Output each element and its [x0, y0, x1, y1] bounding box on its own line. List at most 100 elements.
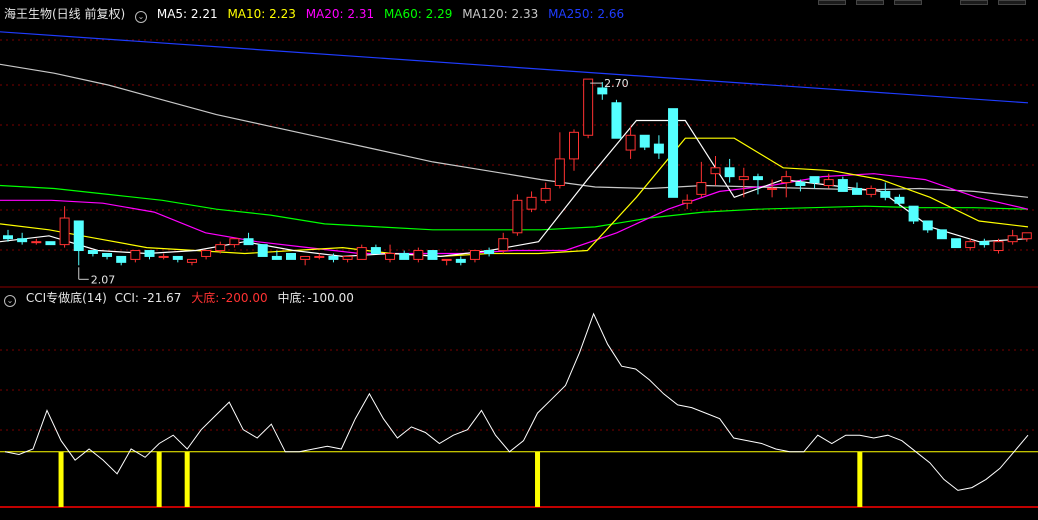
low-price-label: 2.07 — [91, 273, 116, 286]
candle-body-down — [17, 238, 28, 243]
candle-body-up — [356, 247, 367, 260]
price-legend: 海王生物(日线 前复权) ⌄ MA5: 2.21 MA10: 2.23 MA20… — [4, 5, 630, 23]
candle-body-down — [399, 252, 410, 260]
candle-body-down — [370, 247, 381, 254]
candle-body-up — [738, 176, 749, 181]
candle-body-down — [144, 250, 155, 257]
ma10-label: MA10: 2.23 — [227, 7, 296, 21]
cci-value-label: CCI: -21.67 — [114, 291, 182, 305]
candle-body-up — [342, 255, 353, 260]
candle-body-up — [215, 244, 226, 252]
candle-body-up — [965, 241, 976, 249]
candle-body-down — [286, 252, 296, 260]
candle-body-up — [300, 255, 311, 260]
candle-body-down — [852, 187, 862, 195]
candle-body-up — [583, 78, 594, 136]
candle-body-down — [116, 255, 127, 263]
ma250-line — [0, 31, 1029, 104]
candle-body-up — [866, 187, 877, 195]
candle-body-down — [936, 229, 947, 240]
candle-body-down — [427, 250, 438, 260]
candle-body-up — [201, 250, 212, 257]
candle-body-up — [540, 187, 551, 201]
cci-mid-bottom-bar — [535, 451, 541, 507]
candle-body-up — [498, 238, 509, 252]
candle-body-down — [639, 134, 650, 148]
candle-body-up — [469, 250, 480, 260]
candle-body-down — [668, 108, 679, 198]
candle-body-down — [653, 143, 664, 154]
ma-settings-icon[interactable]: ⌄ — [135, 11, 148, 23]
big-bottom-value: -200.00 — [221, 291, 268, 305]
cci-mid-bottom-bar — [156, 451, 162, 507]
candle-body-down — [87, 250, 98, 254]
candle-body-down — [951, 238, 962, 249]
cci-title[interactable]: CCI专做底(14) — [26, 291, 107, 305]
candle-body-down — [809, 176, 820, 184]
candle-body-up — [526, 196, 537, 210]
candle-body-up — [1007, 235, 1018, 243]
candle-body-up — [441, 258, 452, 261]
candle-body-up — [710, 167, 721, 175]
cci-legend: ⌄ CCI专做底(14) CCI: -21.67 大底: -200.00 中底: -… — [4, 289, 360, 307]
mid-bottom-label: 中底: — [277, 291, 306, 305]
candle-body-up — [1021, 232, 1032, 240]
indicator-settings-icon[interactable]: ⌄ — [4, 295, 16, 307]
candle-body-up — [413, 250, 424, 260]
candle-body-down — [271, 255, 282, 260]
candle-body-down — [172, 255, 183, 260]
candle-body-down — [837, 179, 848, 192]
candle-body-down — [243, 238, 254, 246]
candle-body-down — [795, 182, 806, 187]
candle-body-up — [314, 255, 325, 258]
candle-body-down — [455, 258, 466, 263]
candle-body-up — [682, 199, 693, 204]
candle-body-up — [186, 258, 197, 263]
ma120-label: MA120: 2.33 — [462, 7, 539, 21]
candle-body-up — [385, 252, 396, 260]
ma60-label: MA60: 2.29 — [383, 7, 453, 21]
candle-body-up — [512, 199, 523, 234]
candle-body-up — [696, 182, 707, 195]
candle-body-down — [45, 241, 56, 246]
candle-body-up — [130, 250, 141, 260]
candle-body-up — [767, 187, 778, 190]
candle-body-up — [31, 241, 42, 244]
candle-body-up — [569, 131, 579, 160]
ma250-label: MA250: 2.66 — [548, 7, 625, 21]
candle-body-down — [3, 235, 13, 240]
ma10-line — [0, 137, 1029, 258]
ma120-line — [0, 63, 1029, 198]
mid-bottom-value: -100.00 — [307, 291, 354, 305]
candle-body-down — [257, 244, 268, 257]
cci-mid-bottom-bar — [58, 451, 64, 507]
candle-body-up — [158, 255, 169, 258]
stock-name[interactable]: 海王生物(日线 前复权) — [4, 7, 125, 21]
cci-mid-bottom-bar — [184, 451, 190, 507]
candle-body-up — [781, 176, 792, 184]
candle-body-down — [724, 167, 735, 178]
candle-body-down — [102, 252, 113, 257]
candle-body-up — [229, 238, 240, 246]
candle-body-down — [752, 176, 763, 181]
candle-body-down — [73, 220, 84, 252]
candle-body-down — [611, 102, 622, 139]
candle-body-up — [625, 134, 636, 151]
candle-body-up — [59, 217, 70, 246]
candle-body-down — [328, 255, 339, 260]
high-price-label: 2.70 — [604, 77, 629, 90]
candle-body-down — [880, 190, 891, 198]
big-bottom-label: 大底: — [191, 291, 220, 305]
candle-body-down — [979, 241, 990, 246]
ma20-label: MA20: 2.31 — [305, 7, 375, 21]
candle-body-down — [484, 250, 495, 254]
candle-body-down — [908, 205, 919, 222]
candle-body-up — [993, 241, 1004, 252]
candle-body-up — [823, 179, 834, 187]
candle-body-down — [922, 220, 933, 231]
ma5-label: MA5: 2.21 — [156, 7, 218, 21]
stock-chart[interactable]: 2.70 2.07 — [0, 0, 1038, 520]
candle-body-up — [554, 158, 565, 187]
candle-body-down — [894, 196, 905, 204]
cci-mid-bottom-bar — [857, 451, 863, 507]
